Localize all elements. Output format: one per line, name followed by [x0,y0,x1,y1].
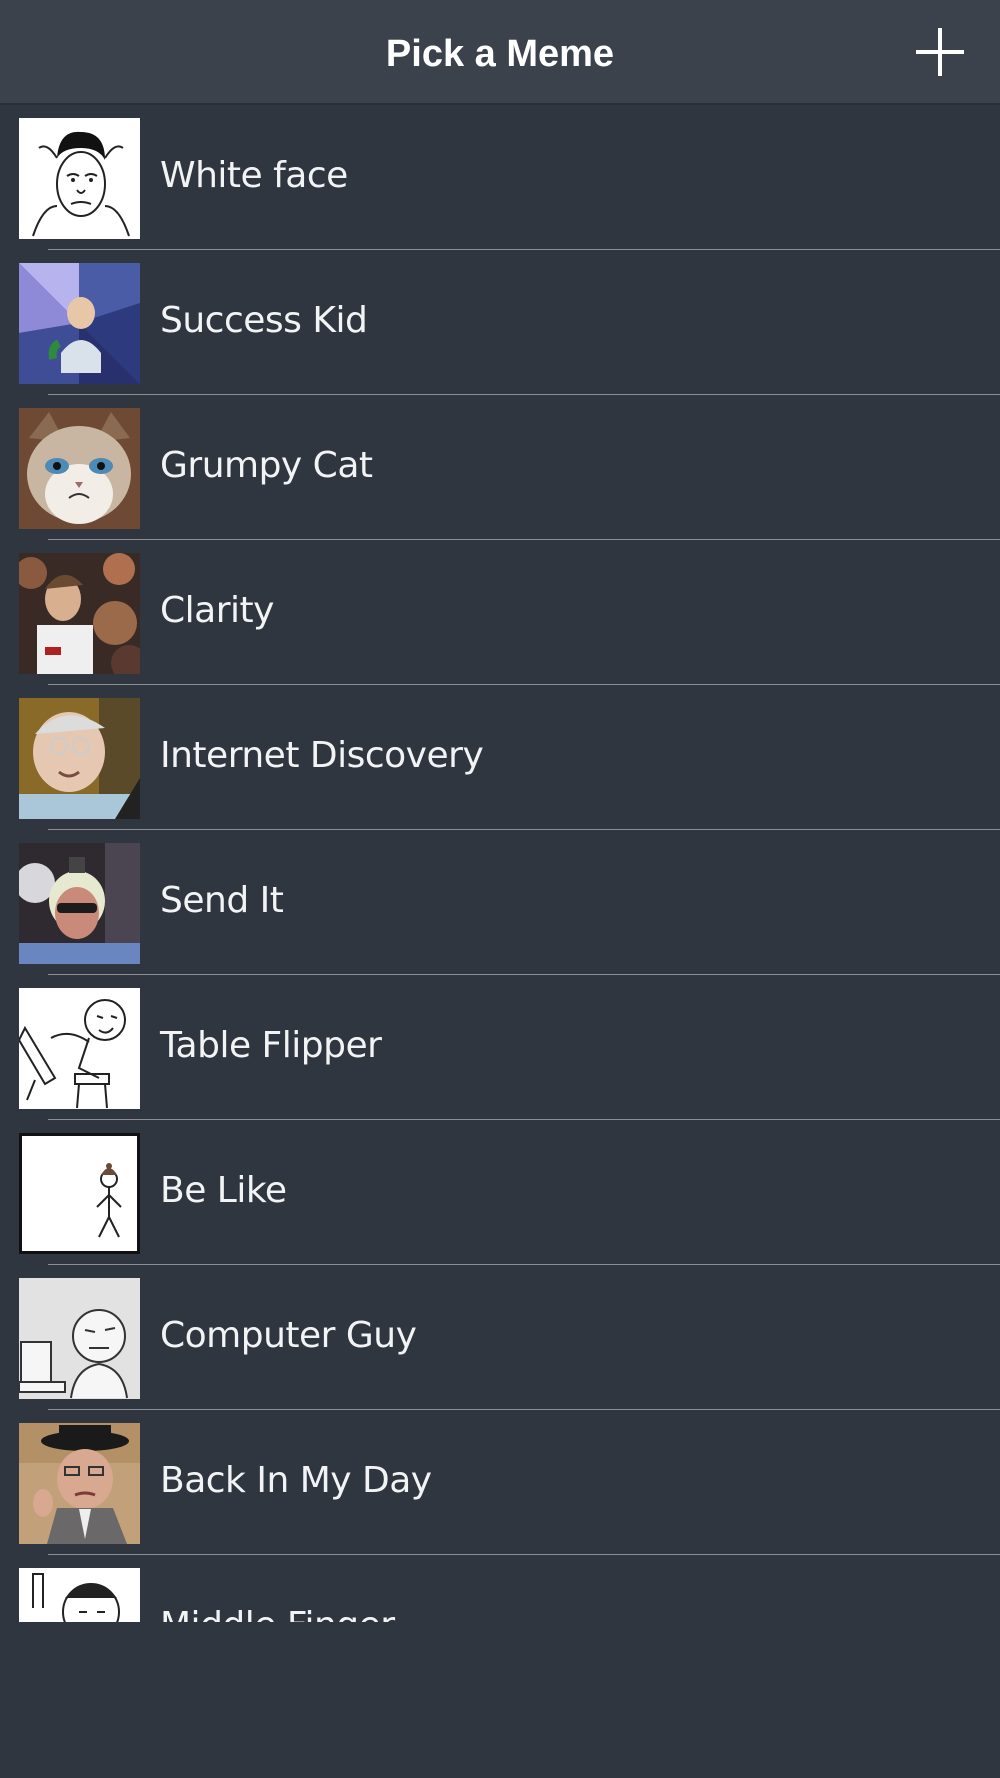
list-item-back-in-my-day[interactable]: Back In My Day [0,1410,1000,1555]
list-item-internet-discovery[interactable]: Internet Discovery [0,685,1000,830]
meme-name: White face [160,155,348,196]
list-item-computer-guy[interactable]: Computer Guy [0,1265,1000,1410]
meme-name: Be Like [160,1170,287,1211]
page-title: Pick a Meme [385,33,615,75]
list-item-white-face[interactable]: White face [0,105,1000,250]
meme-name: Computer Guy [160,1315,417,1356]
computer-guy-thumbnail [19,1278,140,1399]
meme-name: Back In My Day [160,1460,432,1501]
list-item-be-like[interactable]: Be Like [0,1120,1000,1265]
meme-name: Grumpy Cat [160,445,373,486]
table-flipper-thumbnail [19,988,140,1109]
middle-finger-thumbnail [19,1568,140,1622]
list-item-send-it[interactable]: Send It [0,830,1000,975]
meme-name: Table Flipper [160,1025,382,1066]
list-item-table-flipper[interactable]: Table Flipper [0,975,1000,1120]
meme-name: Internet Discovery [160,735,484,776]
list-item-success-kid[interactable]: Success Kid [0,250,1000,395]
list-item-middle-finger[interactable]: Middle Finger [0,1555,1000,1622]
list-item-grumpy-cat[interactable]: Grumpy Cat [0,395,1000,540]
be-like-thumbnail [19,1133,140,1254]
meme-name: Middle Finger [160,1601,395,1622]
add-meme-button[interactable] [912,24,968,80]
clarity-thumbnail [19,553,140,674]
meme-list[interactable]: White face Success Kid Grumpy Cat Clarit… [0,105,1000,1622]
internet-discovery-thumbnail [19,698,140,819]
navigation-bar: Pick a Meme [0,0,1000,105]
meme-name: Send It [160,880,284,921]
app-screen: Pick a Meme White face Success Kid Grump… [0,0,1000,1778]
meme-name: Clarity [160,590,274,631]
back-in-my-day-thumbnail [19,1423,140,1544]
meme-name: Success Kid [160,300,368,341]
plus-icon [916,28,964,76]
grumpy-cat-thumbnail [19,408,140,529]
success-kid-thumbnail [19,263,140,384]
send-it-thumbnail [19,843,140,964]
list-item-clarity[interactable]: Clarity [0,540,1000,685]
white-face-thumbnail [19,118,140,239]
